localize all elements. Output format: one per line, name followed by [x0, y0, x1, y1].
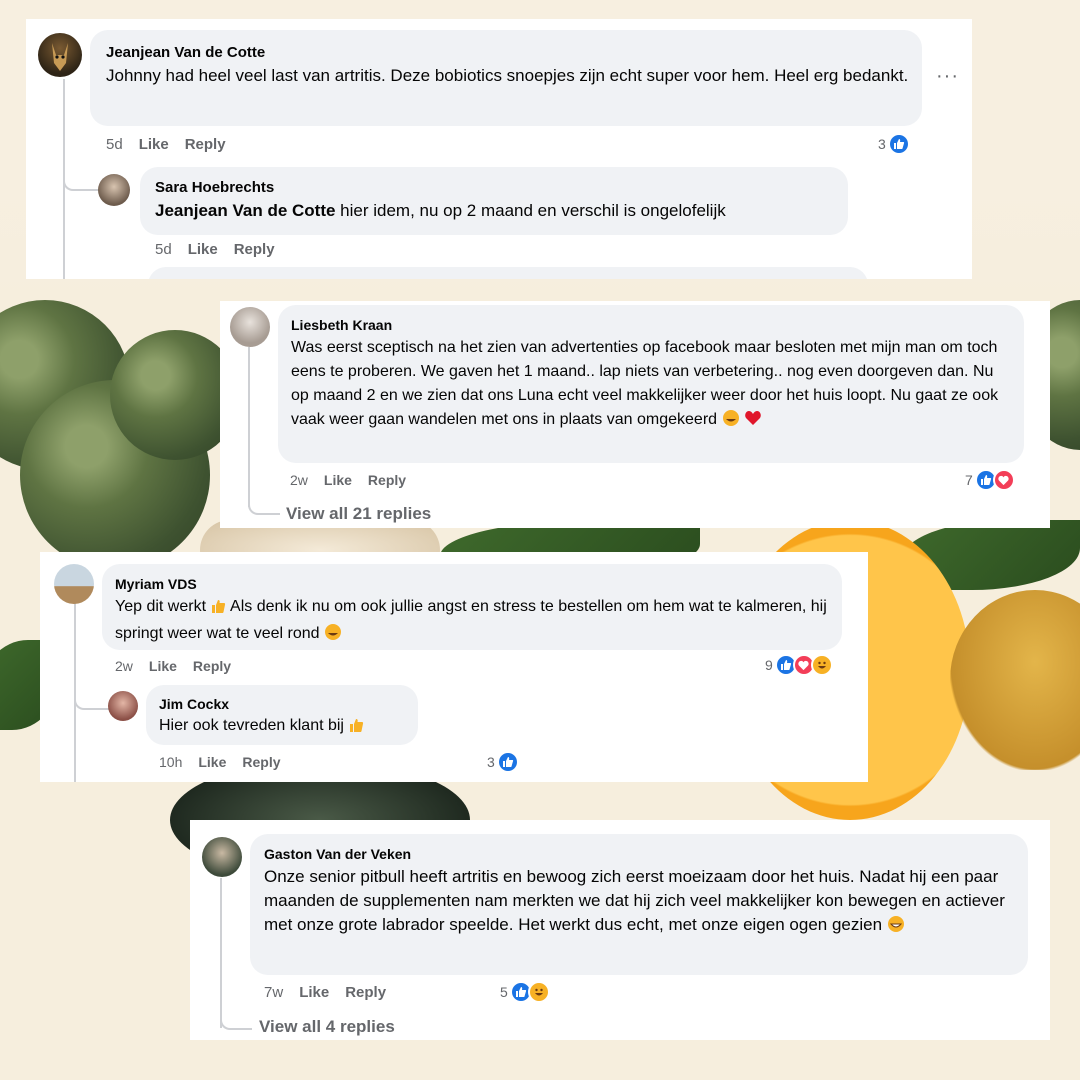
avatar[interactable]: [108, 691, 138, 721]
like-button[interactable]: Like: [188, 241, 218, 258]
love-icon: [992, 469, 1015, 491]
rolling-laughing-emoji-icon: [722, 409, 740, 435]
reply-bubble: Sara Hoebrechts Jeanjean Van de Cotte hi…: [140, 167, 848, 235]
like-button[interactable]: Like: [198, 754, 226, 770]
dog-avatar-icon: [52, 43, 68, 71]
rolling-laughing-emoji-icon: [324, 623, 342, 649]
comment-bubble: Liesbeth Kraan Was eerst sceptisch na he…: [278, 305, 1024, 463]
next-reply-bubble: [148, 267, 868, 279]
like-icon: [496, 751, 519, 773]
reaction-count: 9: [765, 657, 773, 673]
haha-icon: [810, 654, 833, 676]
comment-bubble: Jeanjean Van de Cotte Johnny had heel ve…: [90, 30, 922, 126]
comment-actions: 7w Like Reply: [264, 984, 386, 1001]
haha-icon: [527, 981, 550, 1003]
reply-time[interactable]: 5d: [155, 241, 172, 258]
more-options-icon[interactable]: ···: [936, 65, 959, 88]
comment-time[interactable]: 2w: [115, 658, 133, 674]
like-button[interactable]: Like: [139, 136, 169, 153]
comment-card-2: Liesbeth Kraan Was eerst sceptisch na he…: [220, 301, 1050, 528]
comment-text: Onze senior pitbull heeft artritis en be…: [264, 865, 1014, 940]
reaction-summary[interactable]: 3: [487, 751, 519, 773]
reaction-summary[interactable]: 7: [965, 469, 1015, 491]
reply-button[interactable]: Reply: [345, 984, 386, 1001]
comment-time[interactable]: 2w: [290, 472, 308, 488]
reply-body: hier idem, nu op 2 maand en verschil is …: [335, 201, 726, 220]
avatar[interactable]: [230, 307, 270, 347]
thumbs-up-emoji-icon: [210, 598, 226, 622]
comment-bubble: Myriam VDS Yep dit werkt Als denk ik nu …: [102, 564, 842, 650]
like-button[interactable]: Like: [299, 984, 329, 1001]
comment-time[interactable]: 7w: [264, 984, 283, 1001]
reply-connector: [63, 139, 99, 191]
reply-connector: [248, 491, 280, 515]
reply-button[interactable]: Reply: [234, 241, 275, 258]
comment-text: Was eerst sceptisch na het zien van adve…: [291, 336, 1015, 435]
red-heart-icon: [744, 409, 762, 435]
comment-text: Yep dit werkt Als denk ik nu om ook jull…: [115, 595, 835, 649]
reply-author[interactable]: Sara Hoebrechts: [155, 179, 274, 196]
comment-card-1: Jeanjean Van de Cotte Johnny had heel ve…: [26, 19, 972, 279]
reply-connector: [74, 670, 110, 710]
view-all-replies-link[interactable]: View all 21 replies: [286, 504, 431, 524]
reaction-summary[interactable]: 3: [878, 133, 910, 155]
comment-author[interactable]: Gaston Van der Veken: [264, 846, 411, 862]
grinning-emoji-icon: [887, 915, 905, 940]
reply-text: Hier ook tevreden klant bij: [159, 714, 364, 741]
thread-line: [248, 347, 250, 507]
reply-button[interactable]: Reply: [185, 136, 226, 153]
reply-actions: 5d Like Reply: [155, 241, 275, 258]
reply-button[interactable]: Reply: [368, 472, 406, 488]
reply-actions: 10h Like Reply: [159, 754, 281, 770]
comment-text: Johnny had heel veel last van artritis. …: [106, 66, 909, 85]
comment-author[interactable]: Liesbeth Kraan: [291, 317, 392, 333]
reaction-count: 5: [500, 984, 508, 1000]
comment-actions: 2w Like Reply: [115, 658, 231, 674]
reply-text: Jeanjean Van de Cotte hier idem, nu op 2…: [155, 199, 726, 223]
reaction-summary[interactable]: 9: [765, 654, 833, 676]
avatar[interactable]: [54, 564, 94, 604]
like-icon: [887, 133, 910, 155]
reaction-count: 3: [487, 754, 495, 770]
like-button[interactable]: Like: [324, 472, 352, 488]
reply-button[interactable]: Reply: [242, 754, 280, 770]
reaction-summary[interactable]: 5: [500, 981, 550, 1003]
reply-button[interactable]: Reply: [193, 658, 231, 674]
comment-card-4: Gaston Van der Veken Onze senior pitbull…: [190, 820, 1050, 1040]
reaction-count: 7: [965, 472, 973, 488]
mention-link[interactable]: Jeanjean Van de Cotte: [155, 201, 335, 220]
like-button[interactable]: Like: [149, 658, 177, 674]
reply-connector: [220, 1004, 252, 1030]
avatar[interactable]: [202, 837, 242, 877]
reply-author[interactable]: Jim Cockx: [159, 696, 229, 712]
comment-bubble: Gaston Van der Veken Onze senior pitbull…: [250, 834, 1028, 975]
comment-author[interactable]: Jeanjean Van de Cotte: [106, 44, 265, 61]
avatar[interactable]: [98, 174, 130, 206]
comment-actions: 5d Like Reply: [106, 136, 226, 153]
comment-actions: 2w Like Reply: [290, 472, 406, 488]
reply-time[interactable]: 10h: [159, 754, 182, 770]
reply-bubble: Jim Cockx Hier ook tevreden klant bij: [146, 685, 418, 745]
reaction-count: 3: [878, 136, 886, 152]
view-all-replies-link[interactable]: View all 4 replies: [259, 1017, 395, 1037]
avatar[interactable]: [38, 33, 82, 77]
comment-author[interactable]: Myriam VDS: [115, 576, 197, 592]
thumbs-up-emoji-icon: [348, 717, 364, 741]
comment-card-3: Myriam VDS Yep dit werkt Als denk ik nu …: [40, 552, 868, 782]
comment-time[interactable]: 5d: [106, 136, 123, 153]
